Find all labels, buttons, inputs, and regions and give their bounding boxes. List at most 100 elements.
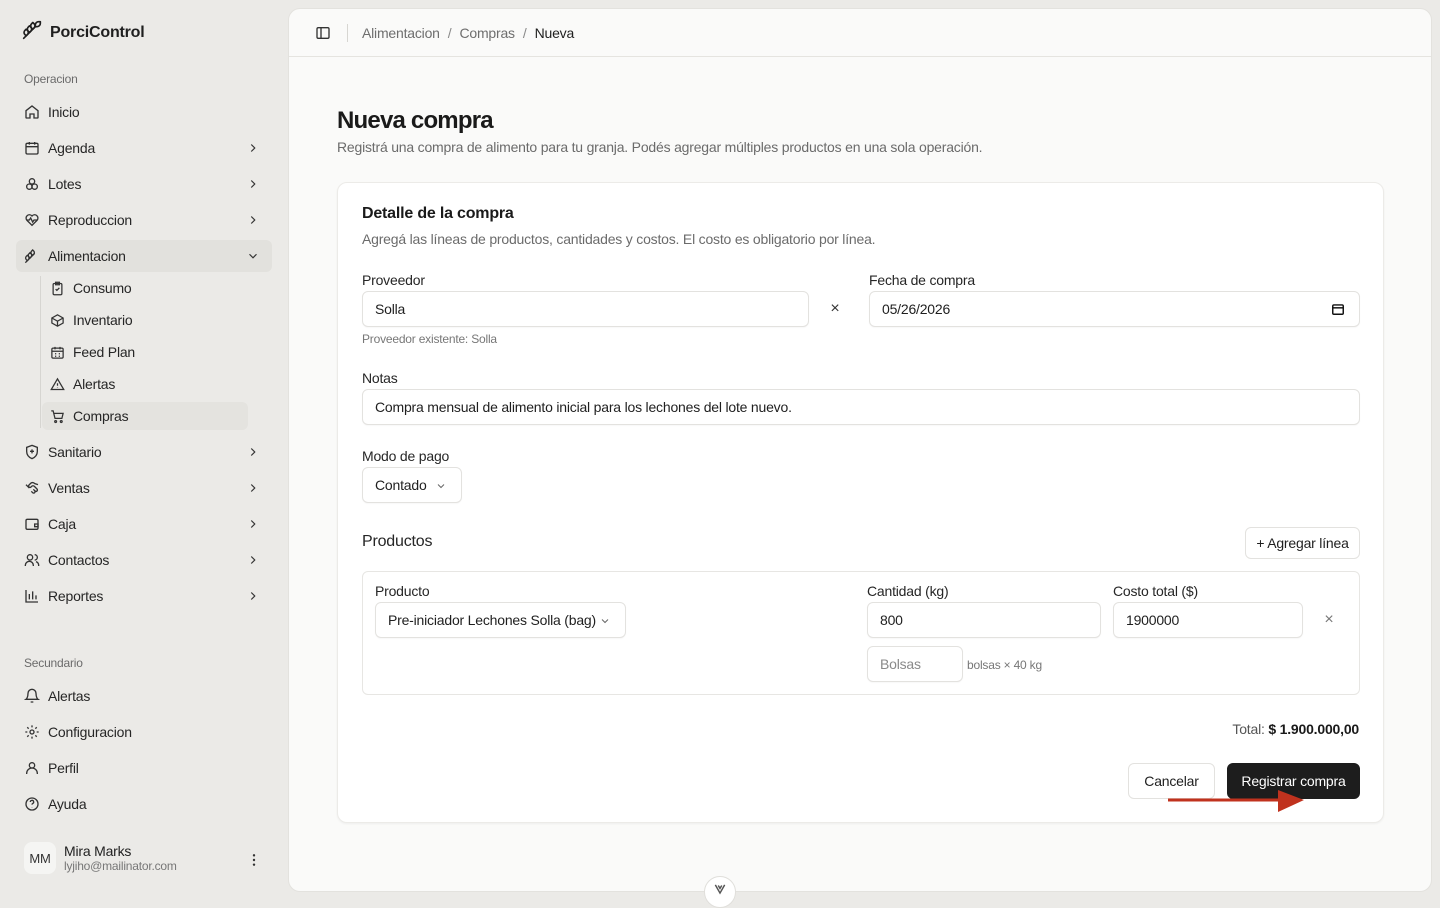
chevron-right-icon [250, 216, 256, 224]
purchase-card: Detalle de la compra Agregá las líneas d… [337, 182, 1384, 823]
producto-label: Producto [375, 583, 430, 599]
calendar-icon[interactable] [1331, 302, 1345, 316]
chevron-down-icon [601, 619, 609, 624]
breadcrumb-alimentacion[interactable]: Alimentacion [362, 25, 440, 41]
wallet-icon [24, 516, 40, 532]
cantidad-input[interactable]: 800 [867, 602, 1101, 638]
fecha-label: Fecha de compra [869, 272, 975, 288]
chevron-right-icon [250, 484, 256, 492]
help-circle-icon [24, 796, 40, 812]
sidebar-item-label: Reportes [48, 588, 104, 604]
handshake-icon [24, 480, 40, 496]
brand[interactable]: PorciControl [22, 20, 145, 45]
sidebar-item-caja[interactable]: Caja [16, 508, 272, 540]
user-menu[interactable]: MM Mira Marks lyjiho@mailinator.com [24, 842, 272, 874]
sidebar-subitem-consumo[interactable]: Consumo [42, 274, 248, 302]
more-vertical-icon[interactable] [246, 852, 262, 868]
sidebar-subitem-label: Inventario [73, 312, 133, 328]
bolsas-hint: bolsas × 40 kg [967, 658, 1042, 672]
sidebar-item-alertas-secundario[interactable]: Alertas [16, 680, 272, 712]
sidebar-item-label: Alertas [48, 688, 91, 704]
sidebar-item-perfil[interactable]: Perfil [16, 752, 272, 784]
chevron-down-icon [249, 253, 257, 259]
proveedor-input[interactable]: Solla [362, 291, 809, 327]
sidebar-item-ventas[interactable]: Ventas [16, 472, 272, 504]
sidebar-item-ayuda[interactable]: Ayuda [16, 788, 272, 820]
producto-select[interactable]: Pre-iniciador Lechones Solla (bag) [375, 602, 626, 638]
sidebar-subitem-inventario[interactable]: Inventario [42, 306, 248, 334]
calendar-days-icon [50, 345, 65, 360]
bar-chart-icon [24, 588, 40, 604]
sidebar-item-label: Reproduccion [48, 212, 132, 228]
main-panel: Alimentacion / Compras / Nueva Nueva com… [288, 8, 1432, 892]
sidebar-item-label: Sanitario [48, 444, 102, 460]
sidebar-subitem-label: Consumo [73, 280, 132, 296]
breadcrumb-compras[interactable]: Compras [459, 25, 515, 41]
chevron-down-icon [437, 484, 445, 489]
home-icon [24, 104, 40, 120]
warning-triangle-icon [50, 377, 65, 392]
wheat-icon [24, 248, 40, 264]
costo-label: Costo total ($) [1113, 583, 1198, 599]
breadcrumb: Alimentacion / Compras / Nueva [362, 25, 574, 41]
cantidad-label: Cantidad (kg) [867, 583, 949, 599]
sidebar-toggle-icon[interactable] [315, 25, 331, 41]
sidebar-item-agenda[interactable]: Agenda [16, 132, 272, 164]
sidebar-subitem-label: Compras [73, 408, 129, 424]
add-line-button[interactable]: + Agregar línea [1245, 527, 1360, 559]
annotation-arrow [1168, 790, 1304, 812]
sidebar-subitem-compras[interactable]: Compras [42, 402, 248, 430]
sidebar-item-configuracion[interactable]: Configuracion [16, 716, 272, 748]
total: Total: $ 1.900.000,00 [1232, 721, 1359, 737]
sidebar-item-label: Lotes [48, 176, 82, 192]
modo-pago-select[interactable]: Contado [362, 467, 462, 503]
sidebar-item-reproduccion[interactable]: Reproduccion [16, 204, 272, 236]
productos-title: Productos [362, 533, 433, 550]
heart-pulse-icon [24, 212, 40, 228]
section-label-operacion: Operacion [24, 72, 78, 86]
sidebar-item-label: Inicio [48, 104, 80, 120]
fecha-input[interactable]: 05/26/2026 [869, 291, 1360, 327]
breadcrumb-separator: / [447, 24, 452, 41]
user-name: Mira Marks [64, 843, 132, 859]
sidebar-item-label: Perfil [48, 760, 79, 776]
gear-icon [24, 724, 40, 740]
card-title: Detalle de la compra [362, 205, 514, 222]
sidebar-item-contactos[interactable]: Contactos [16, 544, 272, 576]
bolsas-input[interactable]: Bolsas [867, 646, 963, 682]
sidebar-subitem-alertas[interactable]: Alertas [42, 370, 248, 398]
sidebar-item-inicio[interactable]: Inicio [16, 96, 272, 128]
card-subtitle: Agregá las líneas de productos, cantidad… [362, 231, 876, 247]
page-title: Nueva compra [337, 107, 494, 134]
calendar-icon [24, 140, 40, 156]
costo-input[interactable]: 1900000 [1113, 602, 1303, 638]
fecha-value: 05/26/2026 [882, 301, 951, 317]
notas-input[interactable]: Compra mensual de alimento inicial para … [362, 389, 1360, 425]
sidebar-subitem-feed-plan[interactable]: Feed Plan [42, 338, 248, 366]
avatar: MM [24, 842, 56, 874]
proveedor-label: Proveedor [362, 272, 425, 288]
package-icon [50, 313, 65, 328]
sidebar-item-lotes[interactable]: Lotes [16, 168, 272, 200]
total-value: $ 1.900.000,00 [1268, 721, 1359, 737]
scroll-down-indicator[interactable] [704, 876, 736, 908]
wheat-logo-icon [22, 20, 42, 45]
topbar: Alimentacion / Compras / Nueva [289, 9, 1431, 57]
user-icon [24, 760, 40, 776]
shield-plus-icon [24, 444, 40, 460]
sidebar-item-label: Ayuda [48, 796, 87, 812]
proveedor-hint: Proveedor existente: Solla [362, 332, 497, 346]
breadcrumb-nueva: Nueva [534, 24, 575, 41]
submenu-guide-line [40, 276, 41, 428]
sidebar-item-label: Caja [48, 516, 76, 532]
chevron-right-icon [250, 144, 256, 152]
sidebar-item-label: Contactos [48, 552, 110, 568]
sidebar-item-reportes[interactable]: Reportes [16, 580, 272, 612]
sidebar-subitem-label: Alertas [73, 376, 116, 392]
chevron-right-icon [250, 520, 256, 528]
user-email: lyjiho@mailinator.com [64, 859, 177, 873]
remove-line-button[interactable]: × [1319, 610, 1339, 630]
clear-proveedor-button[interactable]: × [825, 299, 845, 319]
sidebar-item-sanitario[interactable]: Sanitario [16, 436, 272, 468]
sidebar-item-alimentacion[interactable]: Alimentacion [16, 240, 272, 272]
